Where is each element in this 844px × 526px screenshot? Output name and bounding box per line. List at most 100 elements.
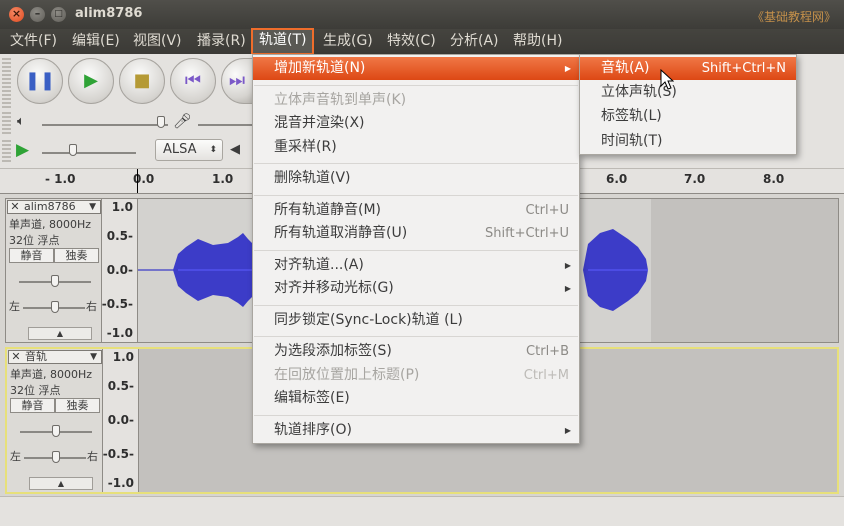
menu-generate[interactable]: 生成(G) — [321, 29, 375, 54]
microphone-icon: 🎤︎ — [173, 112, 193, 130]
tracks-menu-item[interactable]: 编辑标签(E) — [253, 387, 579, 410]
toolbar-grip[interactable] — [2, 112, 11, 134]
track-name: 音轨 — [25, 350, 47, 363]
gain-thumb[interactable] — [51, 275, 59, 287]
solo-button[interactable]: 独奏 — [55, 398, 100, 413]
audio-host-select[interactable]: ALSA ⬍ — [155, 139, 223, 161]
pan-left-label: 左 — [9, 300, 20, 313]
track-name-button[interactable]: ✕ alim8786 ▼ — [7, 200, 101, 214]
menu-item-label: 标签轨(L) — [601, 108, 662, 125]
solo-button[interactable]: 独奏 — [54, 248, 99, 263]
menu-help[interactable]: 帮助(H) — [511, 29, 564, 54]
close-window-button[interactable]: × — [9, 7, 24, 22]
tracks-menu-item[interactable]: 对齐轨道...(A) ▶ — [253, 254, 579, 277]
submenu-item[interactable]: 立体声轨(S) — [580, 81, 796, 104]
audio-host-value: ALSA — [163, 142, 197, 157]
tracks-menu-item[interactable]: 删除轨道(V) — [253, 167, 579, 190]
menu-separator — [254, 194, 578, 196]
menu-analyze[interactable]: 分析(A) — [448, 29, 501, 54]
menu-item-label: 所有轨道静音(M) — [274, 201, 382, 218]
mouse-cursor-icon — [660, 69, 674, 90]
stop-button[interactable]: ■ — [119, 58, 165, 104]
submenu-item[interactable]: 标签轨(L) — [580, 105, 796, 128]
track-bit-depth: 32位 浮点 — [9, 234, 60, 247]
skip-end-icon: ⏭ — [228, 70, 246, 91]
pan-thumb[interactable] — [52, 451, 60, 463]
close-track-icon[interactable]: ✕ — [10, 351, 22, 363]
play-at-speed-icon[interactable]: ▶ — [16, 140, 29, 160]
dropdown-arrow-icon[interactable]: ▼ — [90, 351, 97, 363]
toolbar-grip[interactable] — [2, 58, 11, 108]
submenu-arrow-icon: ▶ — [564, 284, 571, 293]
ruler-label: 6.0 — [606, 172, 628, 186]
mute-button[interactable]: 静音 — [10, 398, 55, 413]
mute-button[interactable]: 静音 — [9, 248, 54, 263]
skip-start-button[interactable]: ⏮ — [170, 58, 216, 104]
scale-label: 0.0- — [106, 263, 133, 277]
pan-thumb[interactable] — [51, 301, 59, 313]
menu-item-label: 在回放位置加上标题(P) — [274, 366, 420, 383]
scale-label: 0.5- — [107, 379, 134, 393]
tracks-menu-item[interactable]: 轨道排序(O) ▶ — [253, 419, 579, 442]
ruler-label: 1.0 — [212, 172, 234, 186]
tracks-menu-item[interactable]: 所有轨道静音(M) Ctrl+U — [253, 199, 579, 222]
submenu-arrow-icon: ▶ — [564, 260, 571, 270]
tracks-menu-item[interactable]: 为选段添加标签(S) Ctrl+B — [253, 340, 579, 363]
maximize-window-button[interactable]: □ — [51, 7, 66, 22]
scale-label: 1.0 — [111, 200, 133, 214]
track-name: alim8786 — [24, 200, 76, 213]
play-button[interactable]: ▶ — [68, 58, 114, 104]
menu-item-label: 轨道排序(O) — [274, 421, 352, 438]
menu-item-label: 同步锁定(Sync-Lock)轨道 (L) — [274, 311, 463, 328]
play-position-marker — [137, 169, 138, 193]
tracks-menu-item[interactable]: 增加新轨道(N) ▶ — [253, 57, 579, 80]
scale-label: -1.0 — [107, 476, 134, 490]
vertical-scale[interactable]: 1.0 0.5- 0.0- -0.5- -1.0 — [102, 199, 138, 342]
stop-icon: ■ — [133, 70, 151, 91]
menu-shortcut: Ctrl+U — [525, 202, 569, 218]
collapse-track-button[interactable]: ▲ — [28, 327, 92, 340]
tracks-menu-item[interactable]: 重采样(R) — [253, 136, 579, 159]
menu-record[interactable]: 播录(R) — [195, 29, 248, 54]
menu-file[interactable]: 文件(F) — [8, 29, 59, 54]
minimize-window-button[interactable]: – — [30, 7, 45, 22]
tracks-menu-item[interactable]: 对齐并移动光标(G) ▶ — [253, 277, 579, 300]
gain-thumb[interactable] — [52, 425, 60, 437]
scale-label: -0.5- — [102, 447, 134, 461]
scale-label: 0.5- — [106, 229, 133, 243]
menu-item-label: 为选段添加标签(S) — [274, 343, 392, 359]
play-speed-thumb[interactable] — [69, 144, 77, 156]
toolbar-grip[interactable] — [2, 140, 11, 164]
window-title: alim8786 — [75, 6, 143, 21]
record-volume-slider[interactable] — [198, 124, 253, 126]
tracks-menu-item[interactable]: 同步锁定(Sync-Lock)轨道 (L) — [253, 309, 579, 332]
playback-volume-thumb[interactable] — [157, 116, 165, 128]
menu-item-label: 混音并渲染(X) — [274, 115, 365, 131]
menu-tracks[interactable]: 轨道(T) — [251, 28, 315, 55]
speaker-small-icon: ◀︎ — [230, 142, 240, 157]
menu-separator — [254, 163, 578, 164]
submenu-item[interactable]: 时间轨(T) — [580, 130, 796, 153]
tracks-menu-item[interactable]: 所有轨道取消静音(U) Shift+Ctrl+U — [253, 222, 579, 245]
play-speed-slider[interactable] — [42, 152, 136, 154]
tracks-menu-item[interactable]: 混音并渲染(X) — [253, 112, 579, 135]
playback-volume-slider[interactable] — [42, 124, 168, 126]
skip-end-button[interactable]: ⏭ — [221, 58, 253, 104]
menu-shortcut: Shift+Ctrl+N — [701, 61, 786, 76]
submenu-item[interactable]: 音轨(A) Shift+Ctrl+N — [580, 57, 796, 80]
track-name-button[interactable]: ✕ 音轨 ▼ — [8, 350, 102, 364]
collapse-track-button[interactable]: ▲ — [29, 477, 93, 490]
pause-icon: ❚❚ — [24, 70, 56, 91]
menu-edit[interactable]: 编辑(E) — [70, 29, 122, 54]
vertical-scale[interactable]: 1.0 0.5- 0.0- -0.5- -1.0 — [103, 349, 139, 492]
pan-right-label: 右 — [87, 450, 98, 463]
menu-view[interactable]: 视图(V) — [131, 29, 184, 54]
pause-button[interactable]: ❚❚ — [17, 58, 63, 104]
menu-effect[interactable]: 特效(C) — [385, 29, 438, 54]
dropdown-arrow-icon[interactable]: ▼ — [89, 201, 96, 213]
tracks-dropdown-menu: 增加新轨道(N) ▶ 立体声音轨到单声(K) 混音并渲染(X) 重采样(R) 删除轨道(V… — [252, 54, 580, 444]
track-format: 单声道, 8000Hz — [10, 368, 93, 381]
watermark: 《基础教程网》 — [751, 10, 836, 24]
menu-item-label: 增加新轨道(N) — [274, 60, 366, 76]
close-track-icon[interactable]: ✕ — [9, 201, 21, 213]
